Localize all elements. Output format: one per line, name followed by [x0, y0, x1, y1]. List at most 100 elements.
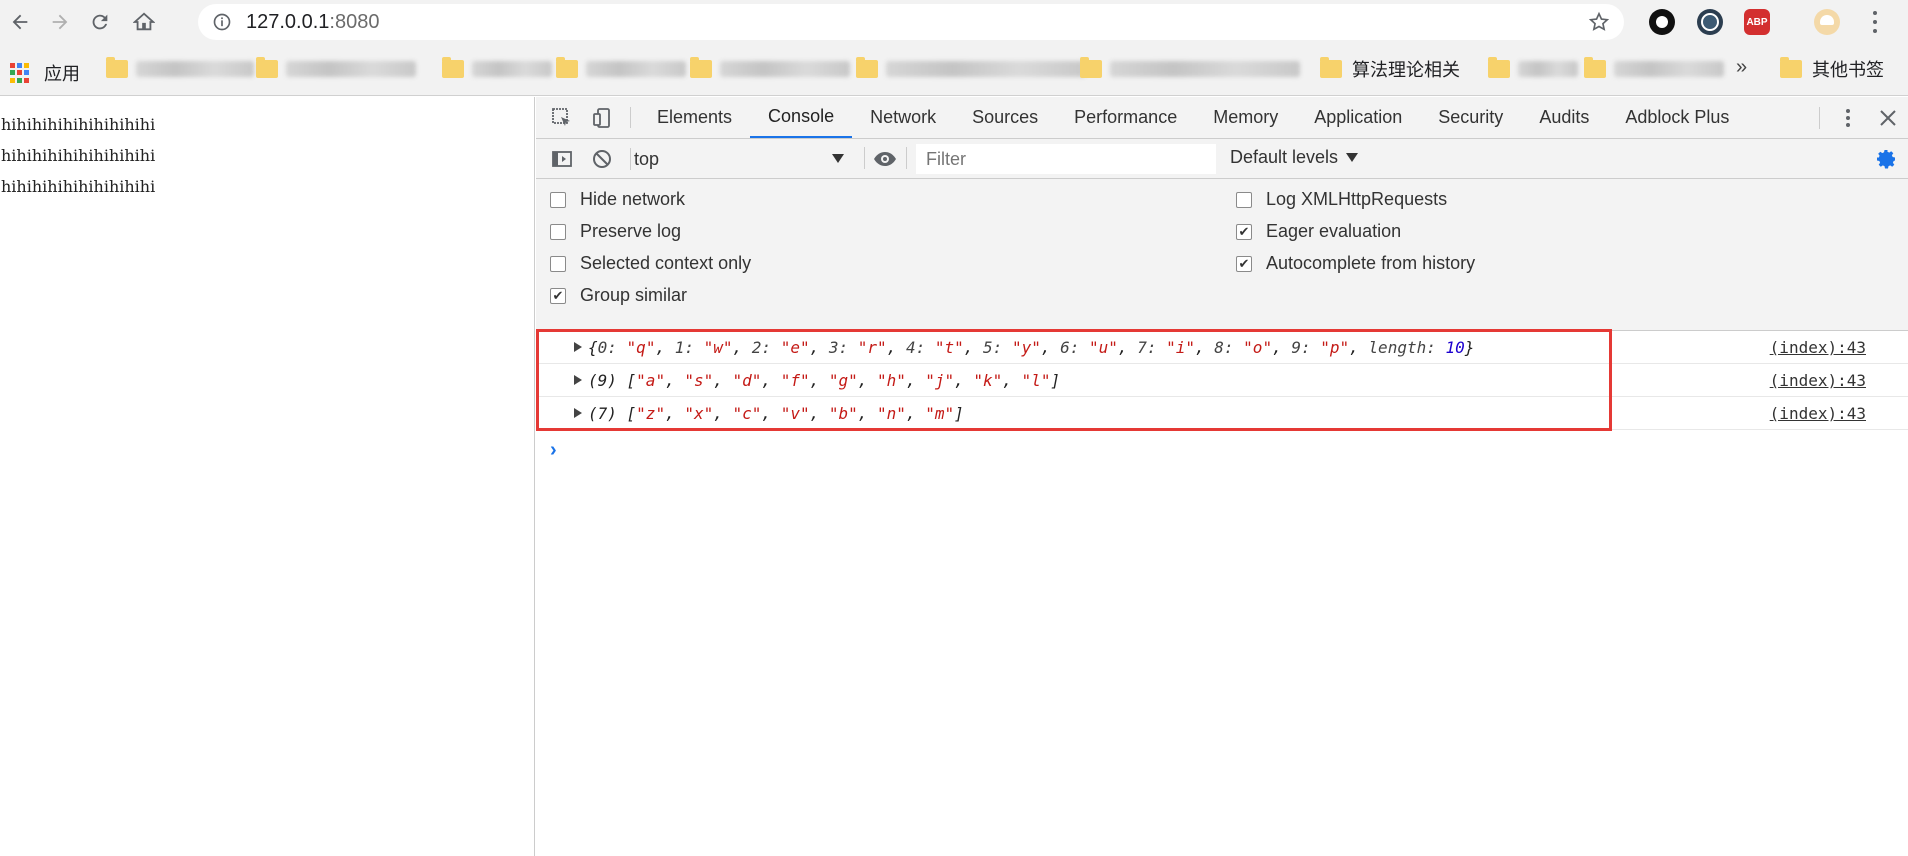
tab-adblock-plus[interactable]: Adblock Plus — [1607, 97, 1747, 138]
tab-memory[interactable]: Memory — [1195, 97, 1296, 138]
log-levels-dropdown[interactable]: Default levels — [1230, 147, 1359, 168]
log-source-link[interactable]: (index):43 — [1770, 371, 1866, 390]
context-selector[interactable]: top — [634, 146, 854, 172]
folder-icon — [556, 57, 578, 78]
object-key: length: — [1368, 338, 1446, 357]
expand-triangle-icon[interactable] — [574, 375, 582, 385]
extension-circle-icon[interactable] — [1649, 9, 1675, 35]
bookmark-folder-blurred[interactable] — [690, 56, 850, 82]
console-log-row[interactable]: {0: "q", 1: "w", 2: "e", 3: "r", 4: "t",… — [536, 331, 1908, 364]
bookmark-folder-algorithms[interactable]: 算法理论相关 — [1320, 56, 1460, 82]
sidebar-icon — [552, 150, 572, 167]
bookmark-folder-blurred[interactable] — [556, 56, 686, 82]
close-devtools-icon[interactable] — [1868, 106, 1908, 130]
extension-e-icon[interactable] — [1697, 9, 1723, 35]
bookmark-label: 算法理论相关 — [1352, 60, 1460, 80]
bookmark-folder-blurred[interactable] — [856, 56, 1086, 82]
string-value: "d" — [732, 371, 762, 390]
string-value: "e" — [780, 338, 810, 357]
browser-toolbar: 127.0.0.1:8080 ABP — [0, 0, 1908, 44]
folder-icon — [1080, 57, 1102, 78]
eager-evaluation-option[interactable]: ✔ Eager evaluation — [1236, 221, 1401, 242]
group-similar-option[interactable]: ✔ Group similar — [550, 285, 687, 306]
page-viewport: hihihihihihihihihihi hihihihihihihihihih… — [0, 97, 535, 856]
string-value: "w" — [703, 338, 733, 357]
reload-button[interactable] — [80, 2, 120, 42]
bookmark-star-icon[interactable] — [1588, 11, 1610, 33]
hide-network-option[interactable]: Hide network — [550, 189, 685, 210]
profile-avatar[interactable] — [1814, 9, 1840, 35]
clear-icon — [593, 149, 611, 168]
tab-application[interactable]: Application — [1296, 97, 1420, 138]
group-similar-checkbox[interactable]: ✔ — [550, 287, 566, 304]
expand-triangle-icon[interactable] — [574, 342, 582, 352]
bookmark-folder-blurred[interactable] — [1080, 56, 1300, 82]
live-expression-button[interactable] — [872, 147, 898, 176]
console-filter-input[interactable] — [916, 144, 1216, 174]
bookmark-folder-blurred[interactable] — [442, 56, 552, 82]
device-icon — [593, 107, 610, 128]
device-toolbar-button[interactable] — [582, 97, 622, 138]
expand-triangle-icon[interactable] — [574, 408, 582, 418]
string-value: "b" — [828, 404, 858, 423]
object-key: 3: — [828, 338, 858, 357]
tab-elements[interactable]: Elements — [639, 97, 750, 138]
tab-security[interactable]: Security — [1420, 97, 1521, 138]
log-xhr-option[interactable]: Log XMLHttpRequests — [1236, 189, 1447, 210]
apps-shortcut[interactable]: 应用 — [10, 60, 80, 86]
log-array-preview: (7) ["z", "x", "c", "v", "b", "n", "m"] — [588, 404, 964, 423]
tab-audits[interactable]: Audits — [1521, 97, 1607, 138]
hide-network-checkbox[interactable] — [550, 191, 566, 208]
preserve-log-checkbox[interactable] — [550, 223, 566, 240]
log-xhr-checkbox[interactable] — [1236, 191, 1252, 208]
address-bar[interactable]: 127.0.0.1:8080 — [198, 4, 1624, 40]
devtools-panel: Elements Console Network Sources Perform… — [536, 97, 1908, 856]
devtools-menu-icon[interactable] — [1828, 106, 1868, 130]
selected-context-only-checkbox[interactable] — [550, 255, 566, 272]
toggle-sidebar-button[interactable] — [542, 147, 582, 171]
bookmark-folder-blurred[interactable] — [1488, 56, 1578, 82]
console-log-row[interactable]: (7) ["z", "x", "c", "v", "b", "n", "m"] … — [536, 397, 1908, 430]
home-icon — [133, 12, 155, 31]
string-value: "v" — [780, 404, 810, 423]
reload-icon — [92, 14, 108, 30]
log-source-link[interactable]: (index):43 — [1770, 338, 1866, 357]
tab-performance[interactable]: Performance — [1056, 97, 1195, 138]
autocomplete-history-option[interactable]: ✔ Autocomplete from history — [1236, 253, 1475, 274]
tab-network[interactable]: Network — [852, 97, 954, 138]
string-value: "r" — [857, 338, 887, 357]
string-value: "g" — [828, 371, 858, 390]
eager-evaluation-checkbox[interactable]: ✔ — [1236, 223, 1252, 240]
selected-context-only-option[interactable]: Selected context only — [550, 253, 751, 274]
home-button[interactable] — [124, 2, 164, 42]
string-value: "a" — [636, 371, 666, 390]
back-button[interactable] — [0, 2, 40, 42]
folder-icon — [1584, 57, 1606, 78]
console-prompt[interactable]: › — [550, 439, 557, 462]
adblock-plus-icon[interactable]: ABP — [1744, 9, 1770, 35]
forward-button[interactable] — [40, 2, 80, 42]
console-log-row[interactable]: (9) ["a", "s", "d", "f", "g", "h", "j", … — [536, 364, 1908, 397]
browser-menu-icon[interactable] — [1868, 8, 1882, 36]
tab-sources[interactable]: Sources — [954, 97, 1056, 138]
back-arrow-icon — [12, 14, 28, 30]
object-key: 7: — [1137, 338, 1167, 357]
more-bookmarks-icon[interactable]: » — [1736, 56, 1747, 79]
object-key: 5: — [983, 338, 1012, 357]
bookmark-folder-blurred[interactable] — [1584, 56, 1724, 82]
bookmark-folder-blurred[interactable] — [256, 56, 416, 82]
bookmark-folder-blurred[interactable] — [106, 56, 254, 82]
tab-console[interactable]: Console — [750, 97, 853, 138]
url-port: :8080 — [329, 10, 380, 33]
other-bookmarks[interactable]: 其他书签 — [1780, 56, 1884, 82]
object-key: 4: — [905, 338, 935, 357]
string-value: "i" — [1166, 338, 1195, 357]
console-settings-gear-icon[interactable] — [1874, 147, 1898, 171]
inspect-element-button[interactable] — [542, 97, 582, 138]
autocomplete-history-checkbox[interactable]: ✔ — [1236, 255, 1252, 272]
apps-grid-icon — [10, 63, 30, 83]
folder-icon — [1320, 57, 1342, 78]
log-source-link[interactable]: (index):43 — [1770, 404, 1866, 423]
preserve-log-option[interactable]: Preserve log — [550, 221, 681, 242]
clear-console-button[interactable] — [582, 147, 622, 171]
